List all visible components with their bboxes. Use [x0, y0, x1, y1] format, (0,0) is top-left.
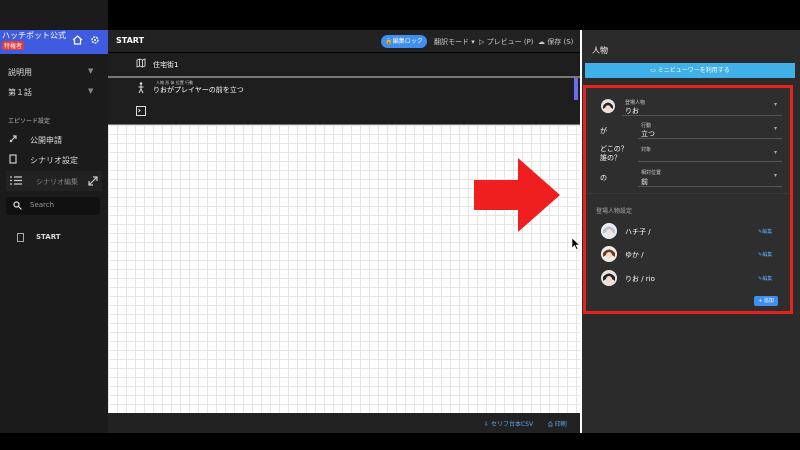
print-label: 印刷: [554, 421, 567, 428]
row-text: りおがプレイヤーの前を立つ: [153, 86, 244, 94]
script-row[interactable]: [108, 101, 580, 125]
particle-no: の: [600, 174, 607, 182]
chevron-down-icon[interactable]: ▼: [88, 67, 93, 75]
select-underline: [638, 186, 782, 187]
download-icon: ⇩: [484, 421, 490, 428]
search-placeholder: Search: [30, 201, 55, 209]
chevron-down-icon[interactable]: ▾: [774, 149, 777, 156]
screen-bottom-border: [0, 433, 800, 450]
episode-settings-heading: エピソード設定: [8, 118, 51, 125]
chevron-down-icon[interactable]: ▾: [774, 101, 777, 108]
sidebar-item-publish-request[interactable]: 公開申請: [30, 135, 62, 146]
preview-button[interactable]: ▷ プレビュー (P): [479, 37, 534, 47]
role-badge: 特権者: [2, 41, 25, 50]
divider: [586, 193, 790, 194]
csv-export-button[interactable]: ⇩ セリフ台本CSV: [484, 419, 533, 428]
particle-ga: が: [600, 127, 607, 135]
panel-title: 人物: [592, 46, 608, 55]
avatar: [601, 99, 615, 113]
gear-icon[interactable]: [90, 35, 100, 45]
print-button[interactable]: ⎙ 印刷: [548, 419, 567, 429]
selection-indicator: [574, 78, 578, 100]
cast-edit-button[interactable]: ✎編集: [758, 251, 772, 258]
mini-viewer-label: ミニビューワーを利用する: [657, 67, 730, 74]
target-label: 対象: [641, 147, 652, 153]
rocket-icon: [9, 135, 17, 143]
where-label-2: 誰の？: [600, 154, 621, 162]
select-underline: [622, 115, 782, 116]
play-icon: ▷: [479, 38, 485, 46]
cast-name: ハチ子 /: [625, 228, 651, 236]
home-icon[interactable]: [72, 35, 83, 45]
chevron-down-icon[interactable]: ▾: [774, 125, 777, 132]
row-text: 住宅街1: [153, 61, 179, 69]
cloud-icon: ☁: [538, 38, 545, 46]
tree-item-start[interactable]: START: [36, 233, 61, 241]
print-icon: ⎙: [548, 421, 553, 428]
sidebar: [0, 0, 108, 433]
section-explanation[interactable]: 説明用: [8, 67, 32, 78]
arrow-annotation-icon: [474, 158, 560, 232]
relative-position-label: 相対位置: [641, 170, 662, 176]
cast-edit-button[interactable]: ✎編集: [758, 275, 772, 282]
cast-edit-button[interactable]: ✎編集: [758, 228, 772, 235]
edit-label: 編集: [762, 252, 773, 258]
add-cast-button[interactable]: + 追加: [754, 296, 778, 306]
walk-icon: [138, 82, 144, 94]
csv-label: セリフ台本CSV: [490, 421, 534, 428]
edit-label: 編集: [762, 276, 773, 282]
mouse-cursor-icon: [572, 238, 580, 250]
expand-icon[interactable]: [88, 176, 98, 186]
avatar: [601, 223, 617, 239]
edit-label: 編集: [762, 229, 773, 235]
select-underline: [638, 138, 782, 139]
list-icon: [10, 176, 22, 185]
chevron-down-icon[interactable]: ▾: [774, 172, 777, 179]
mini-viewer-button[interactable]: ▭ ミニビューワーを利用する: [585, 63, 795, 78]
search-icon: [13, 201, 22, 210]
cast-name: りお / rio: [625, 275, 655, 283]
cast-name: ゆか /: [625, 251, 644, 259]
lock-icon: 🔒: [385, 38, 393, 45]
select-underline: [638, 161, 782, 162]
save-label: 保存 (S): [547, 38, 574, 46]
section-episode-1[interactable]: 第１話: [8, 87, 32, 98]
save-button[interactable]: ☁ 保存 (S): [538, 37, 573, 47]
avatar: [601, 246, 617, 262]
document-icon: [9, 154, 17, 164]
sidebar-item-scenario-edit[interactable]: シナリオ編集: [36, 177, 78, 187]
cast-heading: 登場人物設定: [596, 208, 633, 215]
chevron-down-icon[interactable]: ▼: [88, 87, 93, 95]
preview-label: プレビュー (P): [486, 38, 534, 46]
avatar: [601, 270, 617, 286]
map-icon: [136, 58, 146, 68]
monitor-icon: ▭: [650, 67, 656, 74]
file-icon: [17, 233, 24, 242]
page-title: START: [116, 36, 145, 45]
edit-lock-button[interactable]: 🔒編集ロック: [381, 35, 427, 48]
sidebar-item-scenario-settings[interactable]: シナリオ設定: [30, 155, 78, 166]
script-row[interactable]: [108, 53, 580, 77]
action-label: 行動: [641, 123, 652, 129]
terminal-icon: [136, 106, 146, 116]
translate-mode-dropdown[interactable]: 翻訳モード ▾: [434, 37, 475, 47]
brand-title: ハッチポット公式: [2, 31, 66, 40]
edit-lock-label: 編集ロック: [392, 38, 423, 45]
character-label: 登場人物: [625, 100, 646, 106]
